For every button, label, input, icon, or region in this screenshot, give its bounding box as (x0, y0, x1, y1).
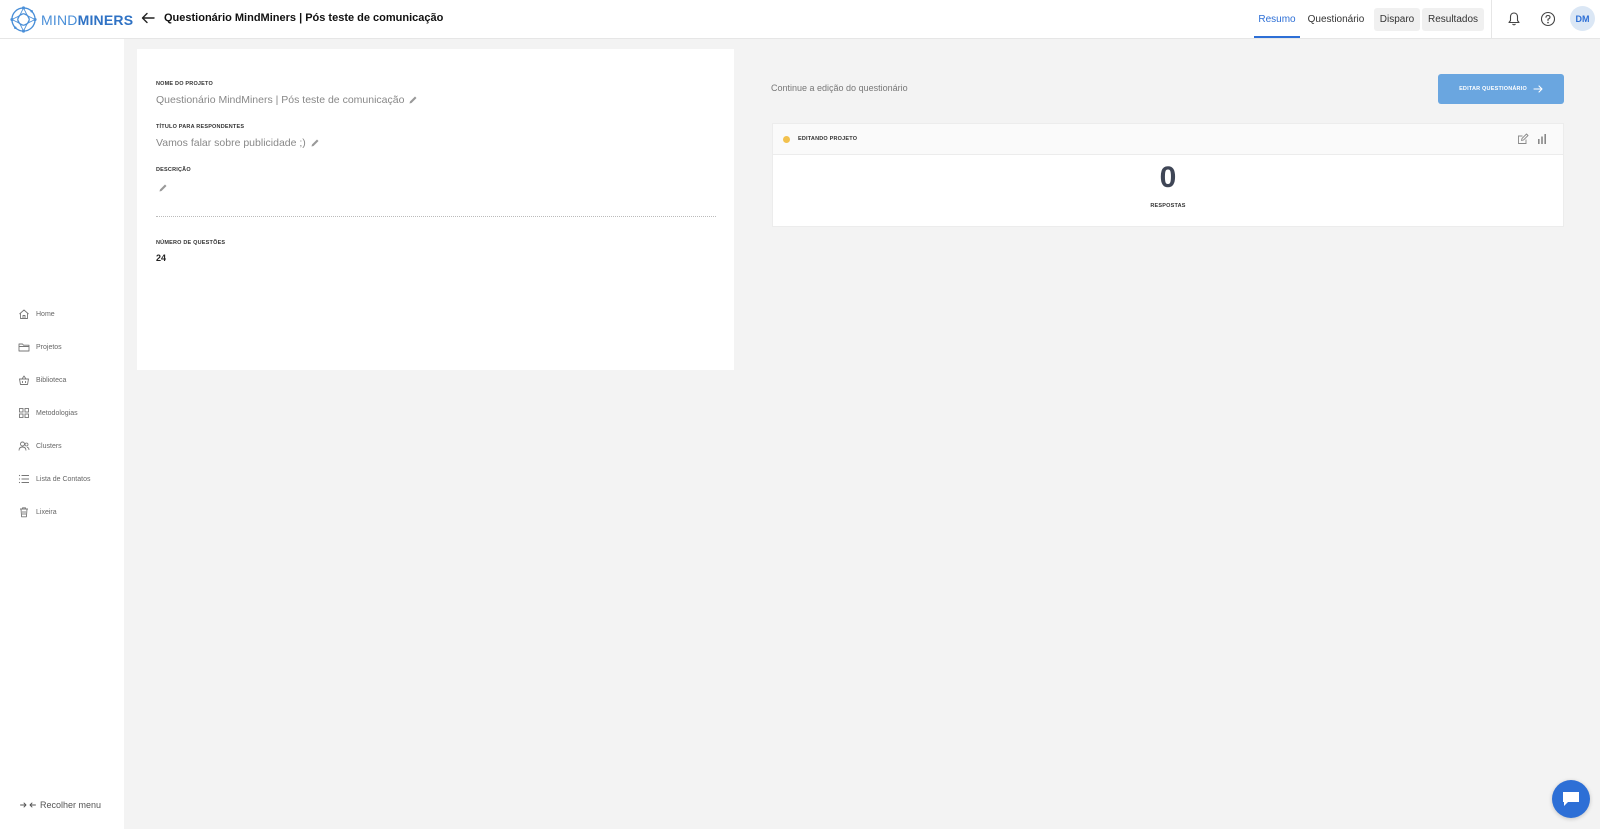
sidebar-item-label: Projetos (36, 343, 62, 351)
tab-label: Resumo (1258, 14, 1296, 25)
avatar[interactable]: DM (1570, 6, 1595, 31)
top-bar: MINDMINERS Questionário MindMiners | Pós… (0, 0, 1600, 39)
edit-square-icon[interactable] (1517, 133, 1529, 145)
chat-button[interactable] (1552, 780, 1590, 818)
grid-icon (19, 408, 29, 418)
project-info-card: NOME DO PROJETO Questionário MindMiners … (137, 49, 734, 370)
bell-icon[interactable] (1506, 11, 1522, 27)
edit-questionnaire-button[interactable]: EDITAR QUESTIONÁRIO (1438, 74, 1564, 104)
sidebar-item-label: Biblioteca (36, 376, 67, 384)
pencil-icon[interactable] (158, 183, 168, 193)
questions-count-value: 24 (156, 253, 167, 263)
logo-part-2: MINERS (77, 11, 134, 28)
page-title: Questionário MindMiners | Pós teste de c… (164, 12, 444, 24)
section-divider (156, 216, 716, 217)
status-label: EDITANDO PROJETO (798, 136, 858, 142)
collapse-menu-label: Recolher menu (40, 800, 102, 810)
bar-chart-icon[interactable] (1536, 133, 1548, 145)
logo-part-1: MIND (41, 11, 78, 28)
sidebar-item-projetos[interactable]: Projetos (18, 338, 62, 356)
arrow-right-icon (1533, 85, 1543, 93)
responses-label: RESPOSTAS (1150, 203, 1186, 209)
tab-label: Disparo (1373, 8, 1421, 31)
pencil-icon[interactable] (408, 95, 418, 105)
sidebar-item-metodologias[interactable]: Metodologias (18, 404, 78, 422)
description-label: DESCRIÇÃO (156, 167, 191, 173)
tab-questionario[interactable]: Questionário (1306, 0, 1366, 39)
status-card-header: EDITANDO PROJETO (773, 124, 1563, 155)
logo-wordmark: MINDMINERS (41, 12, 133, 28)
sidebar: Home Projetos Biblioteca Metodologias Cl… (0, 39, 124, 829)
project-name-value: Questionário MindMiners | Pós teste de c… (156, 94, 418, 106)
sidebar-item-biblioteca[interactable]: Biblioteca (18, 371, 66, 389)
users-icon (18, 441, 30, 451)
logo-globe-icon (10, 6, 37, 33)
header-divider (1491, 0, 1492, 39)
sidebar-item-label: Home (36, 310, 55, 318)
responses-count: 0 (1159, 161, 1177, 194)
project-status-card: EDITANDO PROJETO 0 RESPOSTAS (772, 123, 1564, 227)
sidebar-item-label: Metodologias (36, 409, 78, 417)
pencil-icon[interactable] (310, 138, 320, 148)
basket-icon (19, 375, 29, 385)
arrow-left-icon[interactable] (140, 10, 156, 26)
chat-bubble-icon (1563, 792, 1579, 806)
edit-questionnaire-label: EDITAR QUESTIONÁRIO (1459, 86, 1527, 92)
respondent-title-label: TÍTULO PARA RESPONDENTES (156, 124, 245, 130)
sidebar-item-lista-de-contatos[interactable]: Lista de Contatos (18, 470, 90, 488)
sidebar-item-home[interactable]: Home (18, 305, 55, 323)
project-name-text: Questionário MindMiners | Pós teste de c… (156, 94, 405, 106)
sidebar-item-label: Clusters (36, 442, 62, 450)
project-name-label: NOME DO PROJETO (156, 81, 213, 87)
tab-resumo[interactable]: Resumo (1254, 0, 1300, 39)
tab-label: Questionário (1307, 14, 1365, 25)
collapse-menu-button[interactable]: Recolher menu (20, 800, 101, 810)
folder-icon (18, 343, 30, 352)
collapse-arrows-icon (20, 802, 36, 808)
sidebar-item-lixeira[interactable]: Lixeira (18, 503, 57, 521)
mindminers-logo[interactable]: MINDMINERS (10, 6, 133, 33)
sidebar-item-label: Lixeira (36, 508, 57, 516)
continue-editing-text: Continue a edição do questionário (771, 83, 908, 93)
sidebar-item-label: Lista de Contatos (36, 475, 91, 483)
respondent-title-value: Vamos falar sobre publicidade ;) (156, 137, 320, 149)
status-indicator-dot (783, 136, 790, 143)
sidebar-item-clusters[interactable]: Clusters (18, 437, 62, 455)
trash-icon (20, 507, 28, 518)
help-circle-icon[interactable] (1540, 11, 1556, 27)
respondent-title-text: Vamos falar sobre publicidade ;) (156, 137, 306, 149)
tab-disparo[interactable]: Disparo (1373, 0, 1421, 39)
home-icon (19, 309, 29, 319)
tab-resultados[interactable]: Resultados (1421, 0, 1485, 39)
tab-label: Resultados (1421, 8, 1485, 31)
list-icon (18, 474, 29, 484)
questions-count-label: NÚMERO DE QUESTÕES (156, 240, 226, 246)
